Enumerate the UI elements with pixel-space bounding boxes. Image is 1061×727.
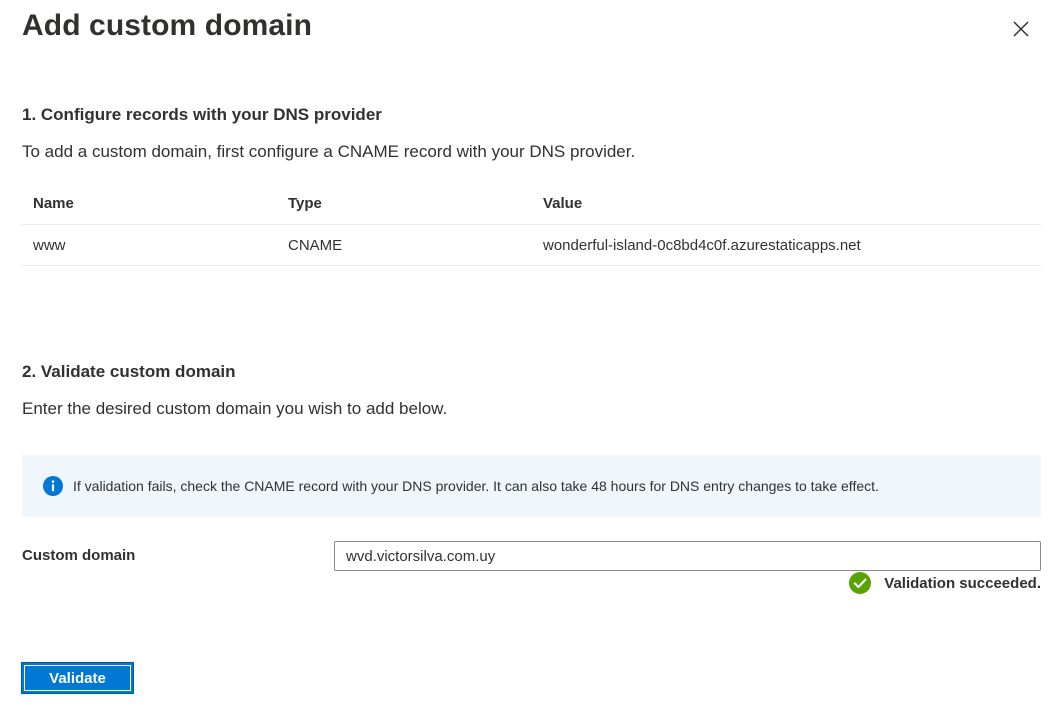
record-type-cell: CNAME bbox=[277, 224, 532, 266]
dns-records-table: Name Type Value www CNAME wonderful-isla… bbox=[22, 182, 1041, 266]
table-header-row: Name Type Value bbox=[22, 182, 1041, 225]
check-circle-icon bbox=[849, 572, 872, 594]
info-icon bbox=[43, 476, 63, 496]
validation-text: Validation succeeded. bbox=[884, 574, 1041, 592]
column-header-type: Type bbox=[277, 182, 532, 225]
step2-description: Enter the desired custom domain you wish… bbox=[22, 399, 448, 418]
step1-description: To add a custom domain, first configure … bbox=[22, 142, 636, 161]
record-value-cell: wonderful-island-0c8bd4c0f.azurestaticap… bbox=[532, 224, 1041, 266]
column-header-value: Value bbox=[532, 182, 1041, 225]
table-row: www CNAME wonderful-island-0c8bd4c0f.azu… bbox=[22, 224, 1041, 266]
step1-heading: 1. Configure records with your DNS provi… bbox=[22, 105, 382, 124]
add-custom-domain-panel: Add custom domain 1. Configure records w… bbox=[0, 0, 1061, 727]
record-name-cell: www bbox=[22, 224, 277, 266]
info-message-text: If validation fails, check the CNAME rec… bbox=[73, 478, 879, 494]
custom-domain-input[interactable] bbox=[334, 541, 1041, 571]
page-title: Add custom domain bbox=[22, 9, 313, 42]
close-button[interactable] bbox=[1006, 14, 1036, 44]
validation-status: Validation succeeded. bbox=[849, 572, 1041, 594]
step2-heading: 2. Validate custom domain bbox=[22, 362, 236, 381]
validate-button[interactable]: Validate bbox=[22, 663, 133, 693]
info-message-bar: If validation fails, check the CNAME rec… bbox=[22, 455, 1041, 517]
custom-domain-label: Custom domain bbox=[22, 547, 136, 564]
column-header-name: Name bbox=[22, 182, 277, 225]
close-icon bbox=[1013, 21, 1029, 37]
